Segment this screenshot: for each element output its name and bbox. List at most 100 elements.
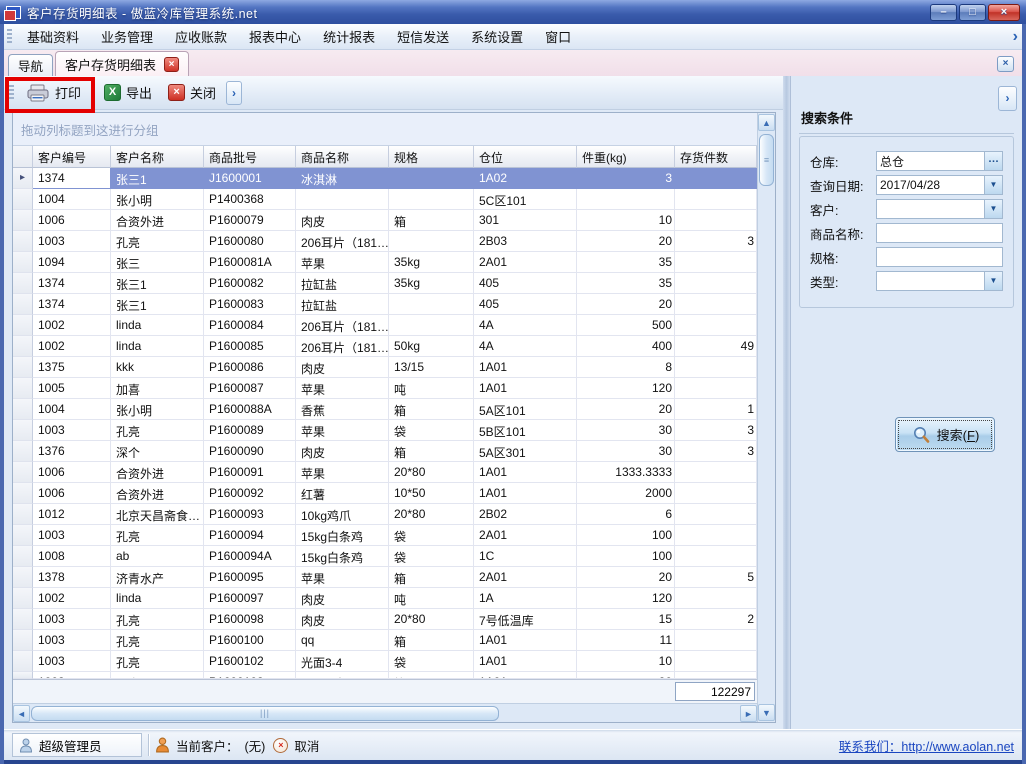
cancel-client-button[interactable]: × 取消 (273, 736, 319, 755)
tab-导航[interactable]: 导航 (8, 54, 53, 76)
grid-cell[interactable]: 1A01 (474, 378, 577, 399)
grid-cell[interactable]: 北京天昌斋食… (111, 504, 204, 525)
grid-cell[interactable]: 1374 (33, 168, 111, 189)
grid-cell[interactable]: 1006 (33, 462, 111, 483)
grid-cell[interactable]: 5B区101 (474, 420, 577, 441)
grid-cell[interactable]: kkk (111, 357, 204, 378)
grid-cell[interactable]: 20*80 (389, 462, 474, 483)
grid-cell[interactable]: 苹果 (296, 567, 389, 588)
table-row[interactable]: 1006合资外进P1600079肉皮箱30110 (13, 210, 757, 231)
close-button[interactable]: × (988, 4, 1020, 21)
grid-cell[interactable]: 1A01 (474, 483, 577, 504)
table-row[interactable]: 1376深个P1600090肉皮箱5A区301303 (13, 441, 757, 462)
grid-cell[interactable]: P1600080 (204, 231, 296, 252)
grid-cell[interactable]: 吨 (389, 378, 474, 399)
grid-cell[interactable]: 35kg (389, 273, 474, 294)
grid-cell[interactable]: 20*80 (389, 504, 474, 525)
grid-cell[interactable]: 500 (577, 315, 675, 336)
table-row[interactable]: 1003孔亮P1600103206耳片（181箱1A0120 (13, 672, 757, 679)
grid-cell[interactable]: 孔亮 (111, 420, 204, 441)
grid-cell[interactable]: 20 (577, 231, 675, 252)
table-row[interactable]: 1004张小明P1600088A香蕉箱5A区101201 (13, 399, 757, 420)
grid-cell[interactable]: 苹果 (296, 462, 389, 483)
grid-cell[interactable]: P1600092 (204, 483, 296, 504)
grid-cell[interactable]: 35kg (389, 252, 474, 273)
grid-cell[interactable]: 肉皮 (296, 588, 389, 609)
grid-cell[interactable]: 1A02 (474, 168, 577, 189)
field-input[interactable]: 总仓… (876, 151, 1003, 171)
grid-cell[interactable]: P1600094 (204, 525, 296, 546)
grid-cell[interactable]: 吨 (389, 588, 474, 609)
grid-cell[interactable]: 孔亮 (111, 651, 204, 672)
menu-item[interactable]: 系统设置 (460, 24, 534, 49)
column-header[interactable]: 件重(kg) (577, 146, 675, 168)
search-button[interactable]: 搜索(F) (895, 417, 995, 452)
panel-splitter[interactable] (783, 76, 790, 729)
grid-cell[interactable]: 1003 (33, 609, 111, 630)
table-row[interactable]: 1006合资外进P1600091苹果20*801A011333.3333 (13, 462, 757, 483)
grid-cell[interactable]: 20 (577, 399, 675, 420)
grid-cell[interactable]: 1004 (33, 399, 111, 420)
grid-cell[interactable]: 拉缸盐 (296, 273, 389, 294)
grid-cell[interactable]: 10kg鸡爪 (296, 504, 389, 525)
print-button[interactable]: 打印 (18, 79, 89, 106)
grid-cell[interactable]: P1600102 (204, 651, 296, 672)
grid-cell[interactable]: 孔亮 (111, 672, 204, 679)
grid-cell[interactable]: 35 (577, 273, 675, 294)
field-input[interactable]: ▼ (876, 271, 1003, 291)
grid-cell[interactable]: 206耳片（181… (296, 336, 389, 357)
grid-cell[interactable]: 1374 (33, 273, 111, 294)
grid-cell[interactable] (675, 630, 757, 651)
grid-cell[interactable] (675, 378, 757, 399)
table-row[interactable]: 1094张三P1600081A苹果35kg2A0135 (13, 252, 757, 273)
grid-cell[interactable] (675, 294, 757, 315)
grid-cell[interactable]: 张三1 (111, 273, 204, 294)
table-row[interactable]: ▸1374张三1J1600001冰淇淋1A023 (13, 168, 757, 189)
grid-cell[interactable]: 1C (474, 546, 577, 567)
grid-cell[interactable]: 1374 (33, 294, 111, 315)
grid-cell[interactable]: 1A (474, 588, 577, 609)
grid-cell[interactable] (577, 189, 675, 210)
grid-cell[interactable]: 2 (675, 609, 757, 630)
grid-cell[interactable]: 6 (577, 504, 675, 525)
grid-cell[interactable]: 1002 (33, 588, 111, 609)
grid-cell[interactable]: P1600091 (204, 462, 296, 483)
grid-cell[interactable]: 10 (577, 210, 675, 231)
grid-cell[interactable]: qq (296, 630, 389, 651)
toolbar-overflow-icon[interactable]: › (226, 81, 242, 105)
grid-cell[interactable]: 1A01 (474, 357, 577, 378)
grid-cell[interactable]: 肉皮 (296, 357, 389, 378)
grid-cell[interactable]: 20*80 (389, 609, 474, 630)
table-row[interactable]: 1003孔亮P1600102光面3-4袋1A0110 (13, 651, 757, 672)
grid-cell[interactable]: linda (111, 588, 204, 609)
dropdown-arrow-icon[interactable]: ▼ (984, 200, 1002, 218)
grid-cell[interactable]: 苹果 (296, 420, 389, 441)
grid-cell[interactable]: 1094 (33, 252, 111, 273)
menu-item[interactable]: 业务管理 (90, 24, 164, 49)
grid-cell[interactable]: 1003 (33, 525, 111, 546)
grid-cell[interactable]: 1 (675, 399, 757, 420)
grid-cell[interactable]: 张三1 (111, 168, 204, 189)
grid-cell[interactable]: 405 (474, 273, 577, 294)
menu-item[interactable]: 应收账款 (164, 24, 238, 49)
grid-cell[interactable]: 2A01 (474, 252, 577, 273)
grid-cell[interactable]: 2B03 (474, 231, 577, 252)
grid-cell[interactable]: P1600082 (204, 273, 296, 294)
grid-cell[interactable]: 合资外进 (111, 462, 204, 483)
grid-cell[interactable]: 1003 (33, 630, 111, 651)
column-header[interactable]: 规格 (389, 146, 474, 168)
grid-cell[interactable] (389, 294, 474, 315)
grid-cell[interactable]: 5A区301 (474, 441, 577, 462)
grid-cell[interactable]: linda (111, 336, 204, 357)
grid-cell[interactable]: 1012 (33, 504, 111, 525)
grid-cell[interactable]: 袋 (389, 420, 474, 441)
grid-cell[interactable]: 苹果 (296, 252, 389, 273)
grid-cell[interactable]: 100 (577, 525, 675, 546)
grid-cell[interactable]: 1004 (33, 189, 111, 210)
grid-cell[interactable]: 1006 (33, 210, 111, 231)
grid-cell[interactable]: 张三 (111, 252, 204, 273)
grid-cell[interactable]: 3 (675, 420, 757, 441)
table-row[interactable]: 1003孔亮P160009415kg白条鸡袋2A01100 (13, 525, 757, 546)
table-row[interactable]: 1002lindaP1600085206耳片（181…50kg4A40049 (13, 336, 757, 357)
scroll-down-icon[interactable]: ▼ (758, 704, 775, 721)
